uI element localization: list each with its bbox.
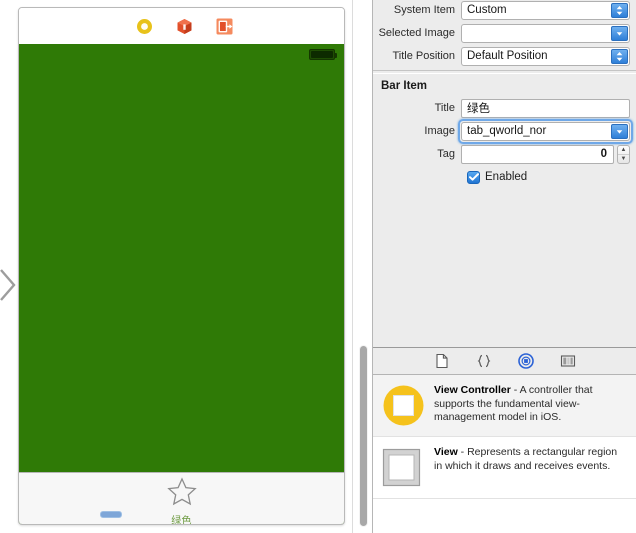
list-item-text: View Controller - A controller that supp… [434, 384, 626, 427]
chevron-down-icon[interactable] [611, 123, 628, 139]
canvas-scrollbar[interactable] [359, 345, 368, 527]
view-controller-view[interactable]: 绿色 [19, 44, 344, 524]
stepper-down-icon[interactable]: ▼ [618, 155, 629, 163]
status-bar [19, 44, 344, 64]
battery-full-icon [309, 49, 337, 60]
system-item-popup[interactable]: Custom [461, 0, 630, 20]
code-snippet-icon[interactable] [476, 353, 492, 369]
scene-dock [19, 8, 344, 44]
bar-item-tag-input[interactable]: 0 [461, 144, 614, 164]
canvas-divider [352, 0, 372, 533]
bar-item-image-value: tab_qworld_nor [467, 125, 547, 137]
view-controller-thumb [382, 384, 425, 427]
row-bar-item-enabled: Enabled [373, 167, 636, 187]
system-item-value: Custom [467, 4, 507, 16]
list-item-text: View - Represents a rectangular region i… [434, 446, 626, 489]
list-item[interactable]: View - Represents a rectangular region i… [373, 437, 636, 499]
chevron-updown-icon[interactable] [611, 48, 628, 64]
view-controller-icon[interactable] [136, 18, 153, 35]
bar-item-tag-label: Tag [437, 148, 455, 160]
star-outline-icon [166, 477, 197, 511]
library-object-list[interactable]: View Controller - A controller that supp… [373, 375, 636, 533]
file-template-icon[interactable] [434, 353, 450, 369]
row-bar-item-title: Title 绿色 [373, 98, 630, 118]
bar-item-image-combo[interactable]: tab_qworld_nor [461, 121, 630, 141]
storyboard-canvas[interactable]: 绿色 [0, 0, 352, 533]
bar-item-title-label: Title [434, 102, 455, 114]
enabled-label: Enabled [485, 171, 528, 183]
row-selected-image: Selected Image [373, 23, 630, 43]
tab-bar[interactable]: 绿色 [19, 472, 344, 524]
list-item-title: View [434, 446, 458, 458]
row-bar-item-tag: Tag 0 ▲ ▼ [373, 144, 630, 164]
bar-item-image-label: Image [424, 125, 455, 137]
bar-item-section-title: Bar Item [381, 80, 428, 92]
bar-item-tag-value: 0 [600, 148, 607, 160]
bar-item-title-value: 绿色 [467, 103, 490, 115]
view-thumb [382, 446, 425, 489]
selected-image-combo[interactable] [461, 23, 630, 43]
title-position-popup[interactable]: Default Position [461, 46, 630, 66]
utilities-area: System Item Custom Selected Image Title … [372, 0, 636, 533]
media-icon[interactable] [560, 353, 576, 369]
list-item-title: View Controller [434, 384, 511, 396]
library-panel: View Controller - A controller that supp… [373, 348, 636, 533]
tab-bar-item[interactable]: 绿色 [19, 477, 344, 525]
list-item[interactable]: View Controller - A controller that supp… [373, 375, 636, 437]
title-position-label: Title Position [392, 50, 455, 62]
row-system-item: System Item Custom [373, 0, 630, 20]
list-item-description: - Represents a rectangular region in whi… [434, 446, 618, 472]
objects-icon[interactable] [517, 353, 534, 369]
divider [373, 70, 636, 71]
chevron-down-icon[interactable] [611, 25, 628, 41]
chevron-updown-icon[interactable] [611, 2, 628, 18]
attributes-inspector: System Item Custom Selected Image Title … [373, 0, 636, 348]
library-tab-bar [373, 348, 636, 375]
xcode-storyboard-window: 绿色 System Item Custom Selected Image Tit… [0, 0, 636, 533]
row-bar-item-image: Image tab_qworld_nor [373, 118, 633, 144]
first-responder-icon[interactable] [176, 18, 193, 35]
enabled-checkbox[interactable] [467, 170, 480, 184]
system-item-label: System Item [393, 4, 455, 16]
row-title-position: Title Position Default Position [373, 46, 630, 66]
exit-segue-icon[interactable] [216, 18, 233, 35]
resize-handle[interactable] [100, 511, 122, 518]
stepper-up-icon[interactable]: ▲ [618, 146, 629, 155]
title-position-value: Default Position [467, 50, 548, 62]
tab-bar-item-label: 绿色 [171, 516, 192, 525]
chevron-right-icon [0, 262, 18, 308]
view-controller-scene[interactable]: 绿色 [18, 7, 345, 525]
tag-stepper[interactable]: ▲ ▼ [617, 144, 630, 164]
selected-image-label: Selected Image [378, 27, 455, 39]
bar-item-title-input[interactable]: 绿色 [461, 98, 630, 118]
